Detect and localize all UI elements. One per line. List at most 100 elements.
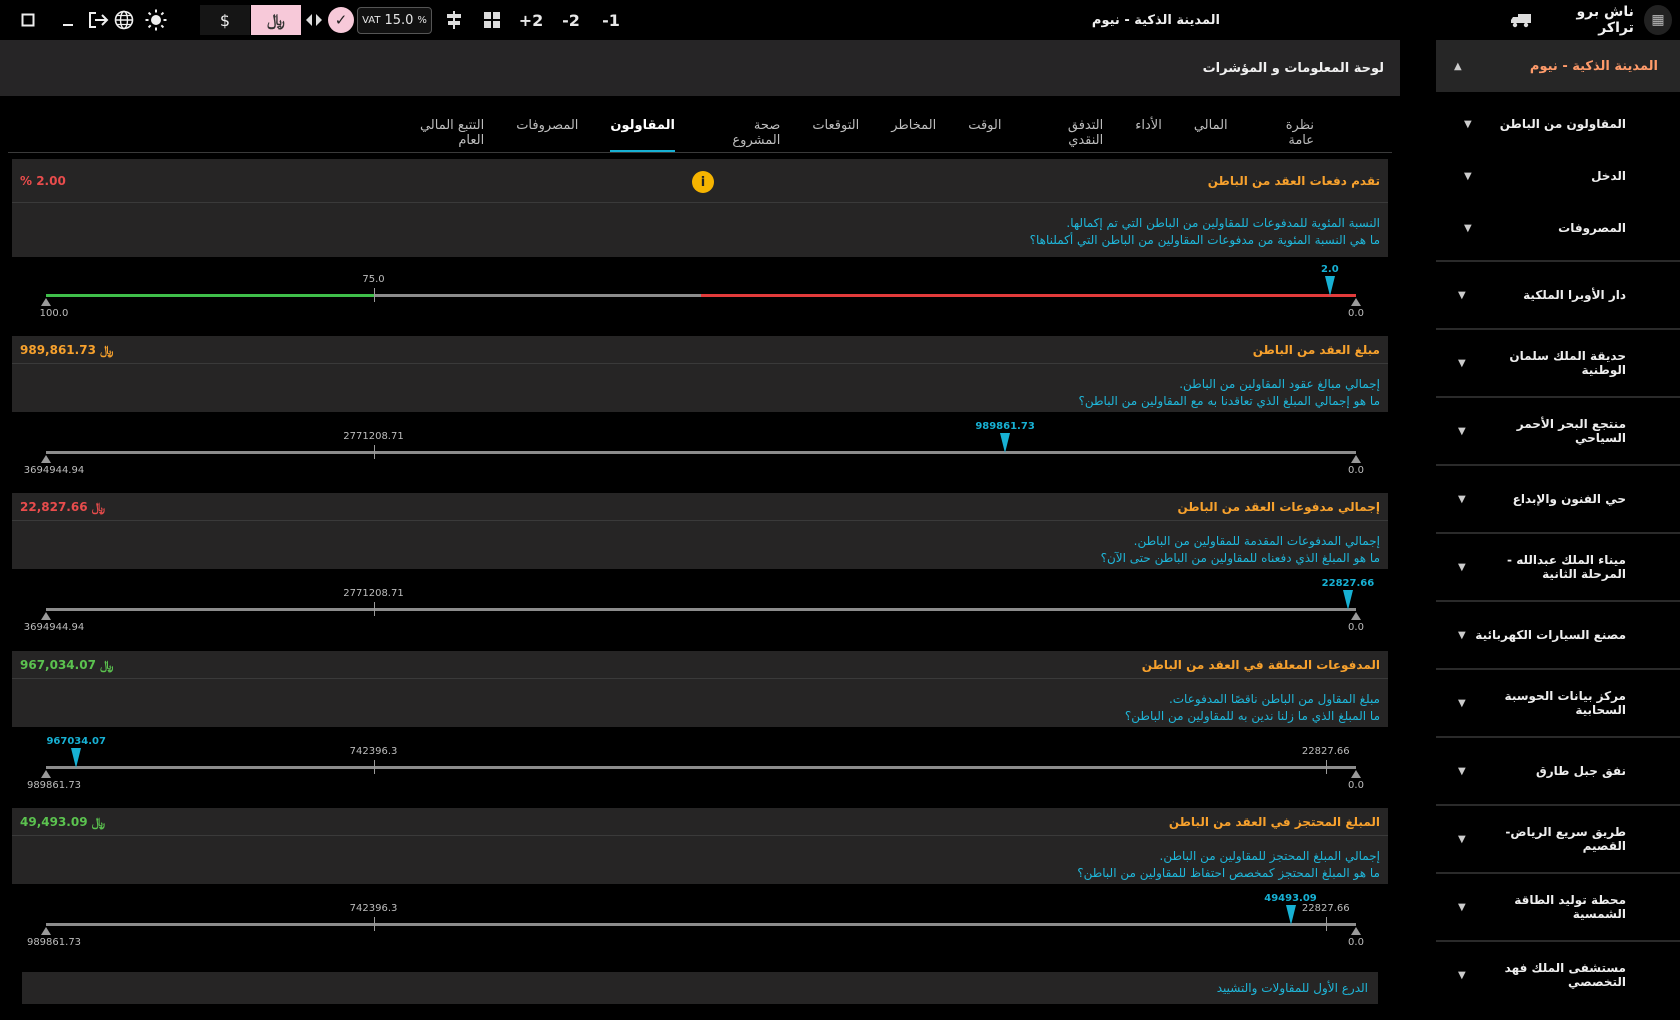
chevron-down-icon: ▼ — [1458, 969, 1466, 981]
globe-icon[interactable] — [112, 0, 136, 40]
sidebar-project-active[interactable]: المدينة الذكية - نيوم ▲ — [1436, 40, 1680, 92]
tab-risks[interactable]: المخاطر — [875, 112, 952, 152]
sidebar-project-item[interactable]: محطة توليد الطاقة الشمسية ▼ — [1436, 872, 1680, 940]
tab-financial[interactable]: المالي — [1178, 112, 1244, 152]
chevron-down-icon: ▼ — [1458, 765, 1466, 777]
truck-icon[interactable] — [1510, 12, 1532, 28]
window-title: المدينة الذكية - نيوم — [1091, 12, 1220, 28]
sidebar-project-label: حي الفنون والإبداع — [1512, 492, 1626, 506]
sidebar-project-label: دار الأوبرا الملكية — [1523, 288, 1626, 302]
gauge-min-label: 0.0 — [1348, 780, 1364, 791]
tab-overview[interactable]: نظرة عامة — [1244, 112, 1330, 152]
tab-contractors[interactable]: المقاولون — [594, 112, 691, 153]
card-title-text: إجمالي مدفوعات العقد من الباطن — [1177, 499, 1381, 514]
sidebar-project-item[interactable]: حديقة الملك سلمان الوطنية ▼ — [1436, 328, 1680, 396]
card-title-text: مبلغ العقد من الباطن — [1252, 342, 1380, 357]
card-desc-line: ما هو المبلغ المحتجز كمخصص احتفاظ للمقاو… — [1077, 866, 1380, 880]
currency-usd-button[interactable]: $ — [200, 5, 250, 35]
gauge-value-label: 22827.66 — [1321, 578, 1375, 589]
tab-cashflow[interactable]: التدفق النقدي — [1017, 112, 1119, 152]
gauge-value-marker — [1324, 276, 1335, 296]
kpi-card-payment-progress: تقدم دفعات العقد من الباطن % 2.00 i النس… — [12, 159, 1388, 257]
gauge-min-label: 0.0 — [1348, 308, 1364, 319]
plus2-button[interactable]: +2 — [516, 0, 546, 40]
kpi-card-retention: المبلغ المحتجز في العقد من الباطن 49,493… — [12, 808, 1388, 884]
tab-performance[interactable]: الأداء — [1119, 112, 1178, 152]
sidebar-project-label: حديقة الملك سلمان الوطنية — [1509, 349, 1626, 377]
gauge-value-label: 989861.73 — [975, 421, 1035, 432]
calculator-logo-icon: ▦ — [1643, 5, 1672, 35]
card-desc-line: إجمالي مبالغ عقود المقاولين من الباطن. — [1179, 377, 1380, 391]
card-description: إجمالي المدفوعات المقدمة للمقاولين من ال… — [12, 521, 1388, 573]
gauge-end-marker — [1351, 612, 1361, 620]
square-icon[interactable] — [18, 0, 38, 40]
vat-field[interactable]: VAT 15.0 % — [357, 7, 432, 34]
card-title: المبلغ المحتجز في العقد من الباطن 49,493… — [12, 808, 1388, 836]
gauge-total-payments: 3694944.94 0.0 2771208.71 22827.66 — [24, 578, 1374, 640]
tab-expenses[interactable]: المصروفات — [500, 112, 594, 152]
card-value: 989,861.73 ﷼ — [20, 342, 114, 357]
card-value: 49,493.09 ﷼ — [20, 814, 106, 829]
gauge-value-marker — [71, 748, 82, 768]
gauge-end-marker — [1351, 298, 1361, 306]
chevron-down-icon: ▼ — [1458, 561, 1466, 573]
card-title: إجمالي مدفوعات العقد من الباطن 22,827.66… — [12, 493, 1388, 521]
sidebar-project-item[interactable]: نفق جبل طارق ▼ — [1436, 736, 1680, 804]
gauge-max-label: 100.0 — [39, 308, 69, 319]
card-title: المدفوعات المعلقة في العقد من الباطن 967… — [12, 651, 1388, 679]
gauge-mid-tick — [373, 760, 375, 774]
kpi-card-pending-payments: المدفوعات المعلقة في العقد من الباطن 967… — [12, 651, 1388, 727]
contractor-card[interactable]: الدرع الأول للمقاولات والتشييد — [22, 972, 1378, 1004]
sidebar-project-item[interactable]: مستشفى الملك فهد التخصصي ▼ — [1436, 940, 1680, 1008]
gauge-end-marker — [1351, 770, 1361, 778]
info-icon[interactable]: i — [692, 171, 714, 193]
gauge-max-label: 989861.73 — [26, 780, 82, 791]
gauge-low-tick — [1325, 917, 1327, 931]
gauge-mid-tick — [373, 288, 375, 302]
gauge-track — [46, 766, 1356, 769]
sidebar-project-item[interactable]: طريق سريع الرياض-القصيم ▼ — [1436, 804, 1680, 872]
sidebar-project-item[interactable]: ميناء الملك عبدالله - المرحلة الثانية ▼ — [1436, 532, 1680, 600]
sidebar-sub-expenses[interactable]: المصروفات ▼ — [1436, 202, 1680, 254]
sidebar-project-item[interactable]: مصنع السيارات الكهربائية ▼ — [1436, 600, 1680, 668]
logout-icon[interactable] — [86, 0, 110, 40]
tab-general-tracking[interactable]: التتبع المالي العام — [380, 112, 500, 152]
sidebar-sub-income[interactable]: الدخل ▼ — [1436, 150, 1680, 202]
gauge-max-label: 989861.73 — [26, 937, 82, 948]
top-bar: $ ﷼ ✓ VAT 15.0 % +2 -2 -1 المدينة الذكية… — [0, 0, 1680, 40]
tab-forecasts[interactable]: التوقعات — [796, 112, 875, 152]
gauge-pending-payments: 989861.73 0.0 742396.3 22827.66 967034.07 — [26, 736, 1364, 798]
currency-sar-button[interactable]: ﷼ — [251, 5, 301, 35]
sidebar: المدينة الذكية - نيوم ▲ المقاولون من الب… — [1436, 40, 1680, 1020]
minus1-button[interactable]: -1 — [596, 0, 626, 40]
check-icon[interactable]: ✓ — [328, 7, 354, 33]
grid-icon[interactable] — [480, 0, 504, 40]
card-description: إجمالي المبلغ المحتجز للمقاولين من الباط… — [12, 836, 1388, 888]
sidebar-project-item[interactable]: حي الفنون والإبداع ▼ — [1436, 464, 1680, 532]
tab-bar: نظرة عامة المالي الأداء التدفق النقدي ال… — [380, 112, 1330, 153]
gauge-max-label: 3694944.94 — [23, 622, 85, 633]
sun-icon[interactable] — [144, 0, 168, 40]
minimize-icon[interactable] — [58, 0, 78, 40]
gauge-low-label: 22827.66 — [1301, 746, 1350, 757]
sidebar-project-label: مركز بيانات الحوسبة السحابية — [1504, 689, 1626, 717]
code-arrows-icon[interactable] — [303, 0, 325, 40]
sidebar-project-item[interactable]: منتجع البحر الأحمر السياحي ▼ — [1436, 396, 1680, 464]
sidebar-project-label: المدينة الذكية - نيوم — [1529, 58, 1658, 74]
sidebar-project-label: مستشفى الملك فهد التخصصي — [1504, 961, 1626, 989]
page-title: لوحة المعلومات و المؤشرات — [1202, 60, 1384, 76]
sidebar-sub-subcontractors[interactable]: المقاولون من الباطن ▼ — [1436, 98, 1680, 150]
gauge-track — [46, 608, 1356, 611]
sidebar-project-item[interactable]: دار الأوبرا الملكية ▼ — [1436, 260, 1680, 328]
card-desc-line: النسبة المئوية للمدفوعات للمقاولين من ال… — [1066, 216, 1380, 230]
gauge-mid-label: 75.0 — [362, 274, 385, 285]
chevron-down-icon: ▼ — [1464, 170, 1472, 182]
minus2-button[interactable]: -2 — [556, 0, 586, 40]
card-value: 22,827.66 ﷼ — [20, 499, 106, 514]
card-title: مبلغ العقد من الباطن 989,861.73 ﷼ — [12, 336, 1388, 364]
tab-time[interactable]: الوقت — [952, 112, 1017, 152]
sidebar-project-item[interactable]: مركز بيانات الحوسبة السحابية ▼ — [1436, 668, 1680, 736]
balance-icon[interactable] — [442, 0, 466, 40]
tab-project-health[interactable]: صحة المشروع — [691, 112, 796, 152]
gauge-value-label: 967034.07 — [46, 736, 106, 747]
